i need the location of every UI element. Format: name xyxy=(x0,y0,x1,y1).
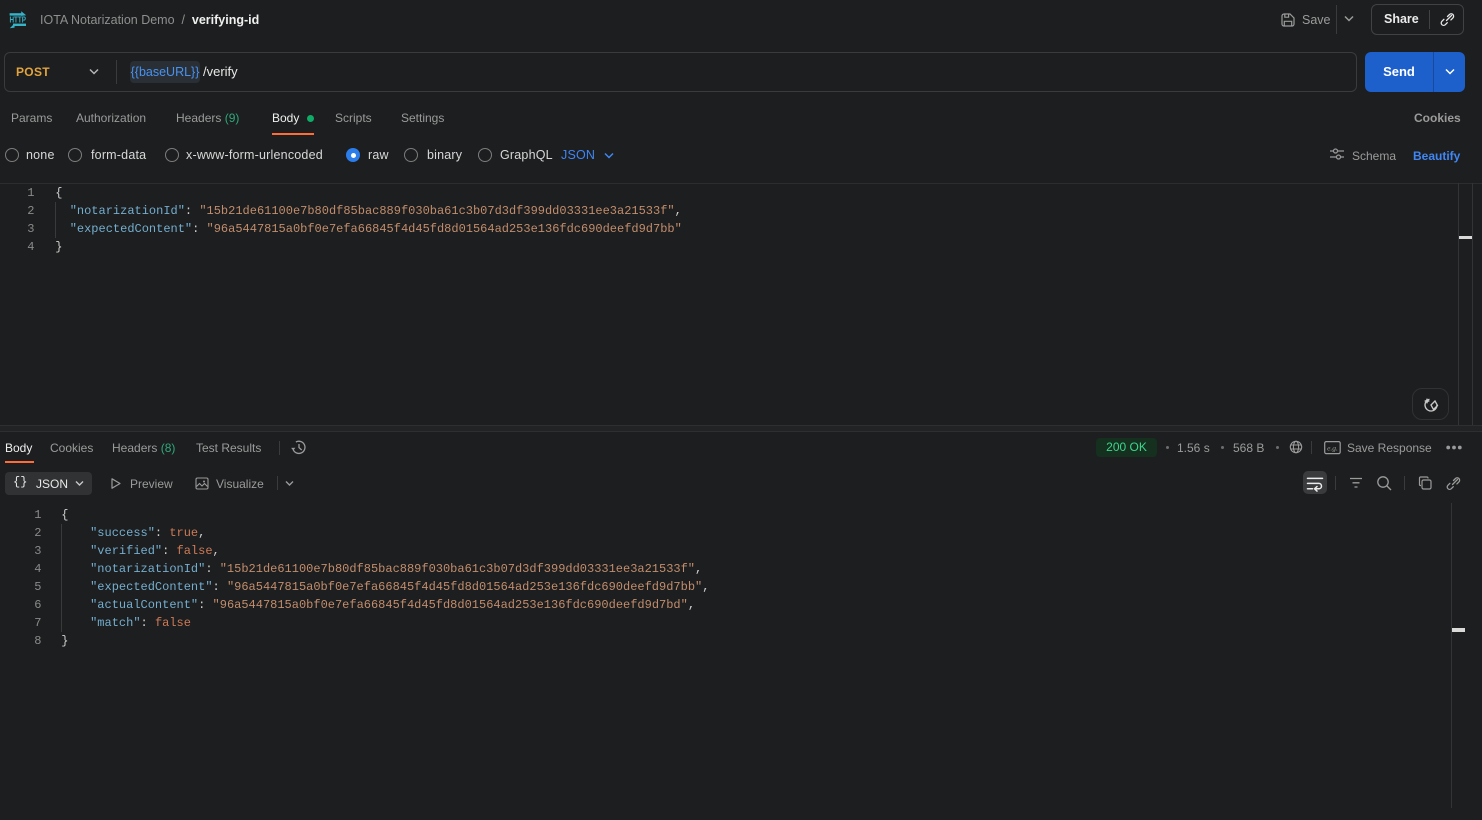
svg-text:e.g.: e.g. xyxy=(1327,443,1338,452)
svg-text:HTTP: HTTP xyxy=(9,15,26,24)
